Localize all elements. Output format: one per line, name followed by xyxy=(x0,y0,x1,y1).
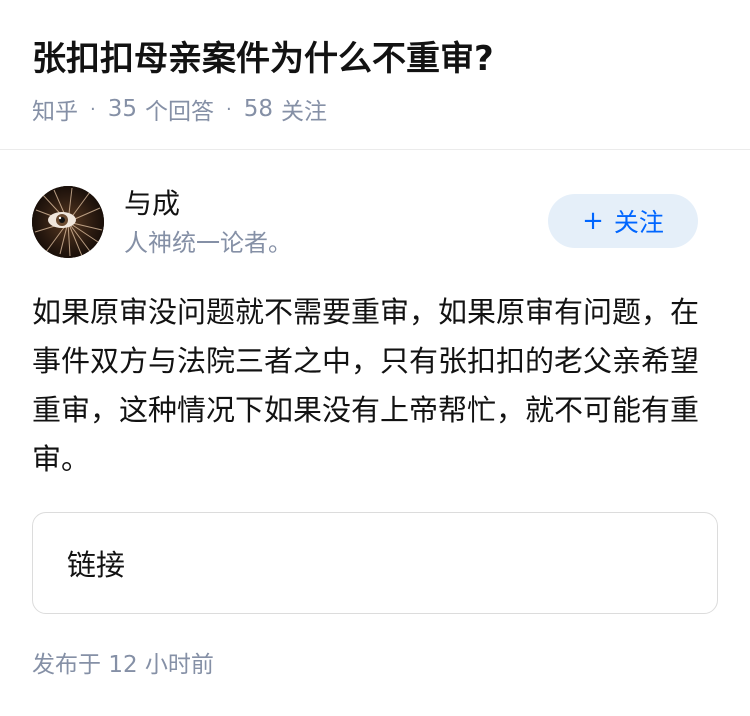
follow-button[interactable]: + 关注 xyxy=(548,194,698,248)
publish-prefix: 发布于 xyxy=(32,652,101,678)
answer-count: 35 xyxy=(107,96,138,122)
follow-button-label: 关注 xyxy=(613,208,664,237)
avatar[interactable] xyxy=(32,186,104,258)
publish-number: 12 xyxy=(108,652,138,678)
question-title[interactable]: 张扣扣母亲案件为什么不重审? xyxy=(32,34,494,84)
follower-count: 58 xyxy=(243,96,274,122)
question-meta: 知乎 · 35 个回答 · 58 关注 xyxy=(32,92,327,126)
answer-content[interactable]: 如果原审没问题就不需要重审，如果原审有问题，在事件双方与法院三者之中，只有张扣扣… xyxy=(32,288,718,484)
author-bio: 人神统一论者。 xyxy=(124,229,292,257)
author-name[interactable]: 与成 xyxy=(124,186,180,222)
meta-separator: · xyxy=(226,98,232,120)
eye-avatar-icon xyxy=(32,186,104,258)
plus-icon: + xyxy=(582,206,604,236)
author-info: 与成 人神统一论者。 + 关注 xyxy=(32,186,718,260)
follower-count-label: 关注 xyxy=(281,99,328,125)
question-header: 张扣扣母亲案件为什么不重审? 知乎 · 35 个回答 · 58 关注 xyxy=(0,0,750,150)
answer-count-label: 个回答 xyxy=(145,99,215,125)
source-label[interactable]: 知乎 xyxy=(32,92,78,126)
publish-unit: 小时前 xyxy=(144,652,214,678)
link-card[interactable]: 链接 xyxy=(32,512,718,614)
link-card-label: 链接 xyxy=(67,548,126,582)
meta-separator: · xyxy=(90,98,96,120)
publish-time: 发布于 12 小时前 xyxy=(32,648,214,682)
